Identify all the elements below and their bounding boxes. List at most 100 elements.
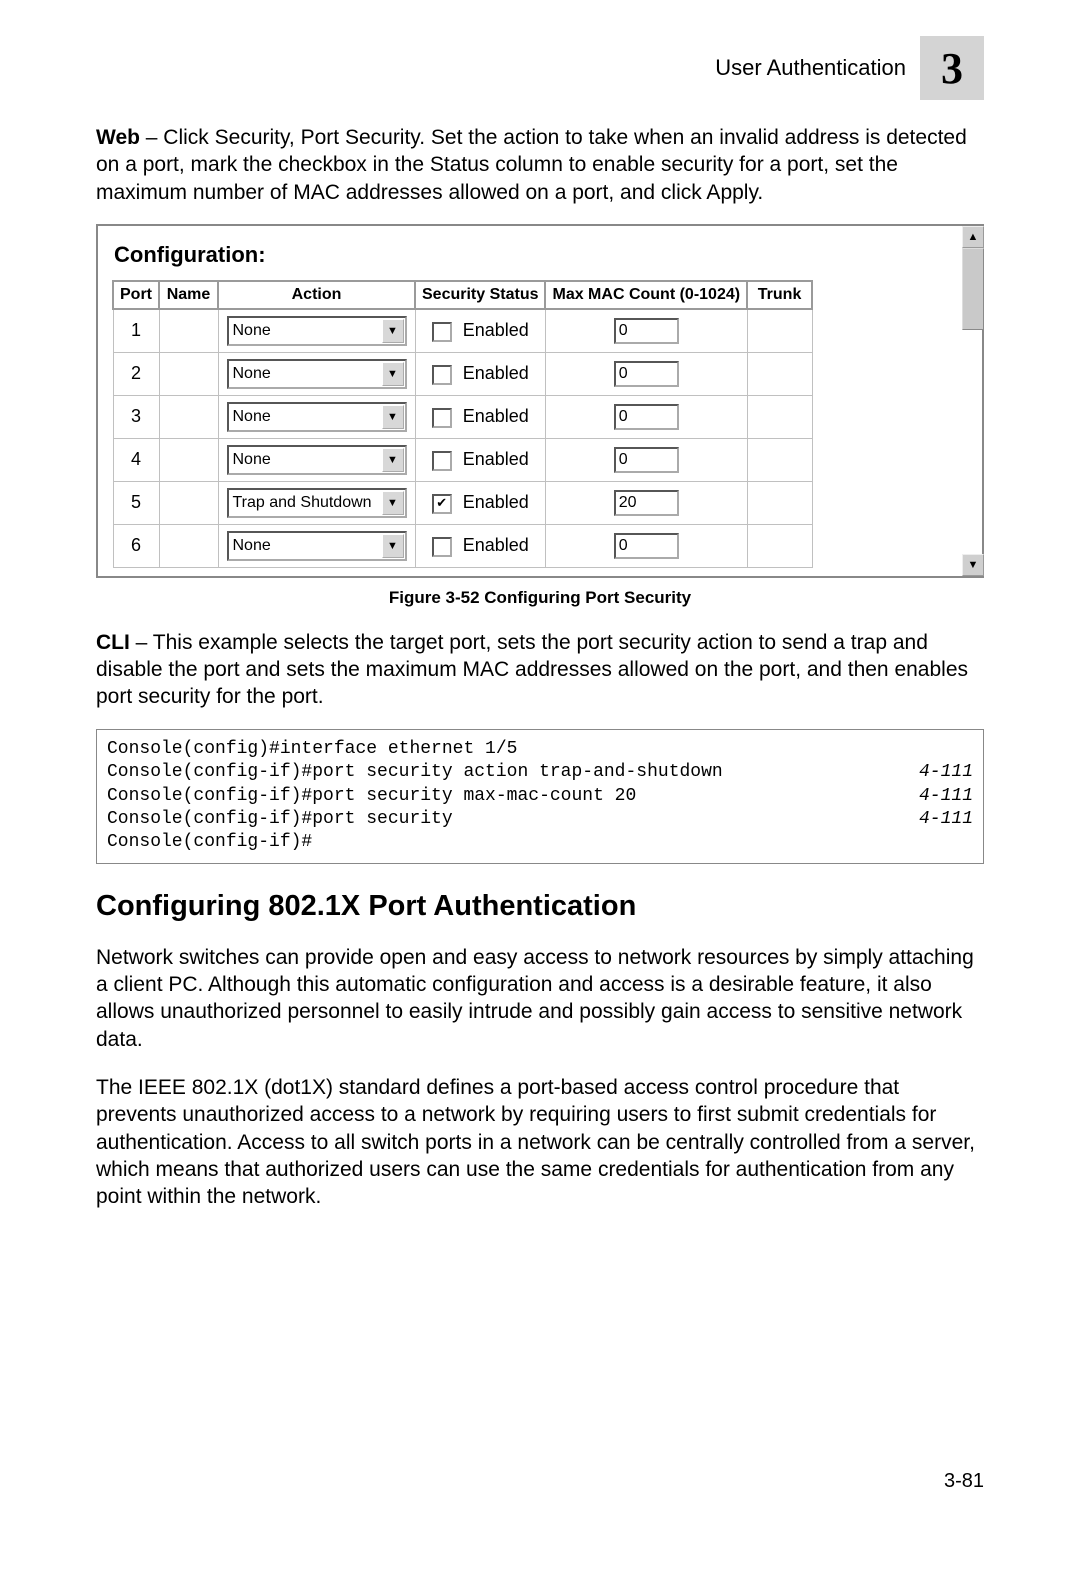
figure-title: Configuration: <box>114 242 950 268</box>
trunk-cell <box>747 481 812 524</box>
maxmac-input[interactable]: 0 <box>614 404 679 430</box>
action-select[interactable]: None▼ <box>227 402 407 432</box>
name-cell <box>159 438 218 481</box>
trunk-cell <box>747 438 812 481</box>
action-cell: None▼ <box>218 524 415 567</box>
enabled-checkbox[interactable] <box>432 322 452 342</box>
action-cell: None▼ <box>218 438 415 481</box>
name-cell <box>159 395 218 438</box>
status-cell: Enabled <box>415 395 545 438</box>
maxmac-cell: 20 <box>545 481 747 524</box>
table-row: 6 None▼ Enabled 0 <box>113 524 812 567</box>
maxmac-cell: 0 <box>545 352 747 395</box>
status-cell: Enabled <box>415 309 545 353</box>
chevron-down-icon[interactable]: ▼ <box>382 491 404 515</box>
vertical-scrollbar[interactable]: ▲ ▼ <box>962 226 982 576</box>
action-cell: Trap and Shutdown▼ <box>218 481 415 524</box>
code-cmd: Console(config)#interface ethernet 1/5 <box>107 738 893 761</box>
port-cell: 3 <box>113 395 159 438</box>
trunk-cell <box>747 352 812 395</box>
action-select[interactable]: Trap and Shutdown▼ <box>227 488 407 518</box>
enabled-checkbox[interactable] <box>432 365 452 385</box>
cli-lead: CLI <box>96 631 130 654</box>
enabled-label: Enabled <box>458 449 529 469</box>
chevron-down-icon[interactable]: ▼ <box>382 448 404 472</box>
trunk-cell <box>747 395 812 438</box>
trunk-cell <box>747 524 812 567</box>
enabled-checkbox[interactable] <box>432 537 452 557</box>
port-cell: 6 <box>113 524 159 567</box>
code-cmd: Console(config-if)#port security max-mac… <box>107 785 893 808</box>
web-instructions: Web – Click Security, Port Security. Set… <box>96 124 984 206</box>
port-cell: 1 <box>113 309 159 353</box>
code-cmd: Console(config-if)# <box>107 831 893 854</box>
name-cell <box>159 352 218 395</box>
scroll-thumb[interactable] <box>962 248 984 330</box>
col-header: Name <box>159 281 218 309</box>
scroll-up-button[interactable]: ▲ <box>962 226 984 248</box>
name-cell <box>159 309 218 353</box>
col-header: Max MAC Count (0-1024) <box>545 281 747 309</box>
action-select[interactable]: None▼ <box>227 531 407 561</box>
code-ref: 4-111 <box>893 761 973 784</box>
maxmac-cell: 0 <box>545 395 747 438</box>
port-cell: 4 <box>113 438 159 481</box>
section-heading: Configuring 802.1X Port Authentication <box>96 890 984 923</box>
scroll-down-button[interactable]: ▼ <box>962 554 984 576</box>
enabled-label: Enabled <box>458 535 529 555</box>
cli-code-block: Console(config)#interface ethernet 1/5Co… <box>96 729 984 864</box>
port-cell: 2 <box>113 352 159 395</box>
code-ref <box>893 738 973 761</box>
enabled-checkbox[interactable] <box>432 408 452 428</box>
body-paragraph-2: The IEEE 802.1X (dot1X) standard defines… <box>96 1074 984 1210</box>
maxmac-cell: 0 <box>545 524 747 567</box>
enabled-label: Enabled <box>458 406 529 426</box>
col-header: Trunk <box>747 281 812 309</box>
table-row: 4 None▼ Enabled 0 <box>113 438 812 481</box>
status-cell: Enabled <box>415 524 545 567</box>
table-row: 1 None▼ Enabled 0 <box>113 309 812 353</box>
chevron-down-icon[interactable]: ▼ <box>382 534 404 558</box>
name-cell <box>159 481 218 524</box>
cli-instructions: CLI – This example selects the target po… <box>96 629 984 711</box>
table-row: 5Trap and Shutdown▼✔ Enabled20 <box>113 481 812 524</box>
action-select[interactable]: None▼ <box>227 359 407 389</box>
col-header: Security Status <box>415 281 545 309</box>
web-body: – Click Security, Port Security. Set the… <box>96 126 967 204</box>
maxmac-cell: 0 <box>545 309 747 353</box>
maxmac-cell: 0 <box>545 438 747 481</box>
maxmac-input[interactable]: 0 <box>614 533 679 559</box>
col-header: Port <box>113 281 159 309</box>
status-cell: Enabled <box>415 352 545 395</box>
port-cell: 5 <box>113 481 159 524</box>
code-line: Console(config-if)#port security max-mac… <box>107 785 973 808</box>
maxmac-input[interactable]: 0 <box>614 318 679 344</box>
action-select[interactable]: None▼ <box>227 316 407 346</box>
enabled-label: Enabled <box>458 320 529 340</box>
enabled-checkbox[interactable] <box>432 451 452 471</box>
action-cell: None▼ <box>218 309 415 353</box>
maxmac-input[interactable]: 0 <box>614 447 679 473</box>
config-figure: Configuration: PortNameActionSecurity St… <box>96 224 984 578</box>
header-label: User Authentication <box>715 55 906 81</box>
chevron-down-icon[interactable]: ▼ <box>382 319 404 343</box>
status-cell: Enabled <box>415 438 545 481</box>
page-header: User Authentication 3 <box>96 36 984 100</box>
action-select[interactable]: None▼ <box>227 445 407 475</box>
col-header: Action <box>218 281 415 309</box>
code-ref: 4-111 <box>893 808 973 831</box>
maxmac-input[interactable]: 20 <box>614 490 679 516</box>
action-cell: None▼ <box>218 352 415 395</box>
name-cell <box>159 524 218 567</box>
enabled-checkbox[interactable]: ✔ <box>432 494 452 514</box>
config-table: PortNameActionSecurity StatusMax MAC Cou… <box>112 280 813 568</box>
code-line: Console(config-if)#port security4-111 <box>107 808 973 831</box>
figure-caption: Figure 3-52 Configuring Port Security <box>96 588 984 608</box>
chevron-down-icon[interactable]: ▼ <box>382 362 404 386</box>
chevron-down-icon[interactable]: ▼ <box>382 405 404 429</box>
trunk-cell <box>747 309 812 353</box>
code-cmd: Console(config-if)#port security action … <box>107 761 893 784</box>
code-cmd: Console(config-if)#port security <box>107 808 893 831</box>
maxmac-input[interactable]: 0 <box>614 361 679 387</box>
web-lead: Web <box>96 126 140 149</box>
